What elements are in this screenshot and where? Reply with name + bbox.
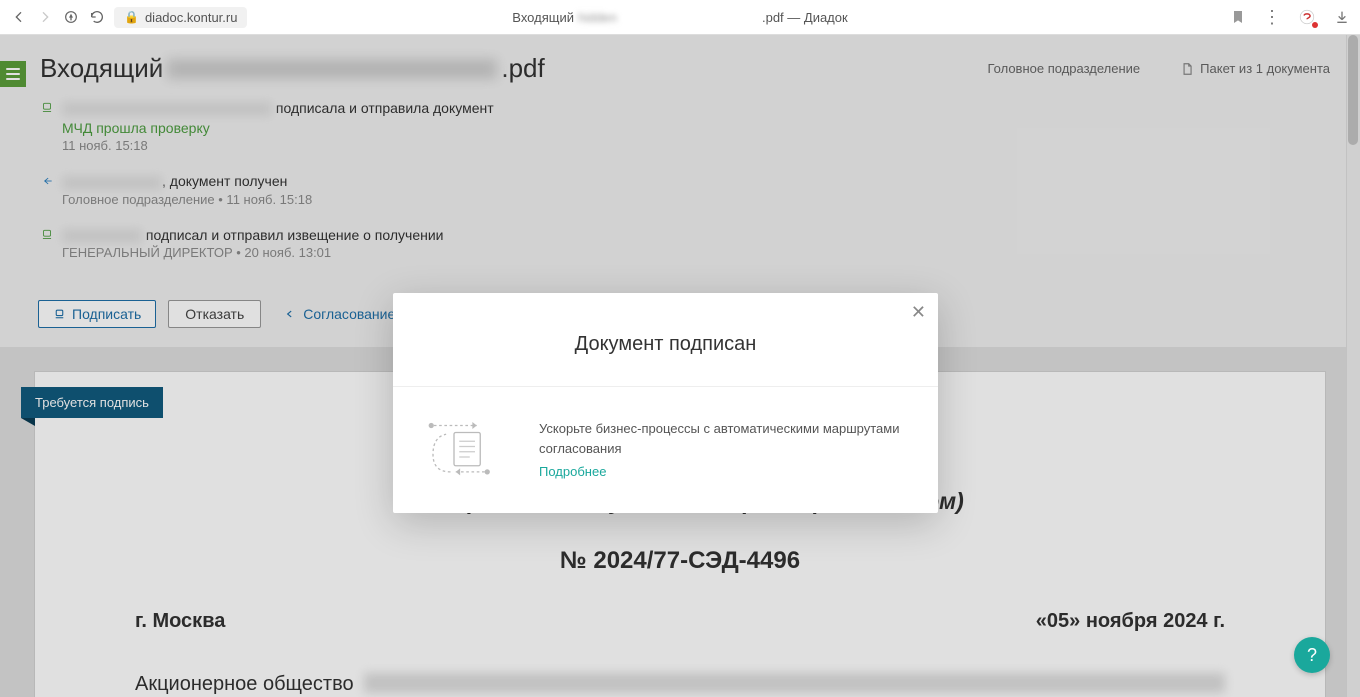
page-title: Входящий .pdf: [40, 53, 545, 84]
scrollbar[interactable]: [1346, 35, 1360, 697]
nav-forward-icon[interactable]: [36, 8, 54, 26]
doc-date: «05» ноября 2024 г.: [1036, 610, 1225, 633]
browser-chrome: 🔒 diadoc.kontur.ru Входящий hidden .pdf …: [0, 0, 1360, 35]
reload-icon[interactable]: [88, 8, 106, 26]
learn-more-link[interactable]: Подробнее: [539, 464, 606, 479]
nav-back-icon[interactable]: [10, 8, 28, 26]
modal-body-text: Ускорьте бизнес-процессы с автоматически…: [539, 419, 908, 458]
doc-number: № 2024/77-СЭД-4496: [135, 547, 1225, 575]
sign-button[interactable]: Подписать: [38, 300, 156, 328]
timeline-event: подписала и отправила документ МЧД прошл…: [40, 100, 1330, 153]
kebab-menu-icon[interactable]: ⋮: [1264, 9, 1280, 25]
url-text: diadoc.kontur.ru: [145, 10, 238, 25]
tab-title: Входящий hidden .pdf — Диадок: [512, 10, 847, 25]
event-meta: 11 нояб. 15:18: [62, 138, 1330, 153]
timeline-event: , документ получен Головное подразделени…: [40, 173, 1330, 206]
doc-corp: Акционерное общество: [135, 673, 354, 696]
stamp-icon: [40, 228, 54, 242]
inbox-icon: [40, 174, 54, 188]
event-meta: ГЕНЕРАЛЬНЫЙ ДИРЕКТОР • 20 нояб. 13:01: [62, 245, 1330, 260]
timeline-event: подписал и отправил извещение о получени…: [40, 227, 1330, 260]
extension-icon[interactable]: [1298, 8, 1316, 26]
modal-title: Документ подписан: [413, 333, 918, 356]
menu-toggle-button[interactable]: [0, 61, 26, 87]
address-bar[interactable]: 🔒 diadoc.kontur.ru: [114, 7, 247, 28]
event-timeline: подписала и отправила документ МЧД прошл…: [40, 100, 1330, 280]
route-illustration-icon: [423, 415, 513, 485]
help-fab[interactable]: ?: [1294, 637, 1330, 673]
signed-modal: ✕ Документ подписан Ускорьте бизн: [393, 293, 938, 513]
scroll-handle[interactable]: [1348, 35, 1358, 145]
stamp-icon: [40, 101, 54, 115]
yandex-home-icon[interactable]: [62, 8, 80, 26]
download-icon[interactable]: [1334, 9, 1350, 25]
event-meta: Головное подразделение • 11 нояб. 15:18: [62, 192, 1330, 207]
decline-button[interactable]: Отказать: [168, 300, 261, 328]
status-ribbon: Требуется подпись: [21, 387, 163, 418]
package-link[interactable]: Пакет из 1 документа: [1180, 61, 1330, 76]
doc-city: г. Москва: [135, 610, 225, 633]
close-icon[interactable]: ✕: [911, 303, 926, 321]
mchd-status: МЧД прошла проверку: [62, 120, 1330, 136]
lock-icon: 🔒: [124, 10, 139, 24]
approval-menu[interactable]: Согласование: [283, 306, 395, 322]
org-unit[interactable]: Головное подразделение: [987, 61, 1140, 76]
bookmark-icon[interactable]: [1230, 9, 1246, 25]
